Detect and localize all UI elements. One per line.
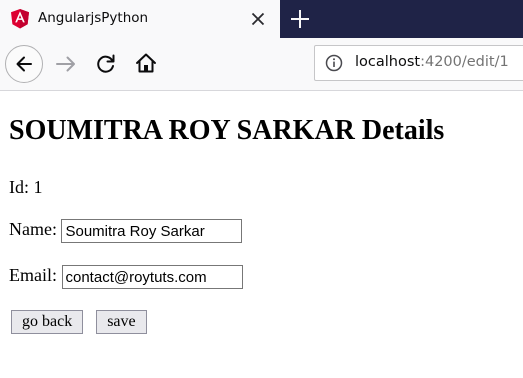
email-field[interactable] — [61, 265, 243, 289]
reload-icon[interactable] — [94, 52, 118, 76]
name-field[interactable] — [61, 219, 243, 243]
info-icon[interactable] — [325, 54, 343, 72]
page-content: SOUMITRA ROY SARKAR Details Id: 1 Name: … — [0, 91, 523, 378]
home-icon[interactable] — [134, 51, 158, 75]
email-row: Email: — [9, 265, 243, 289]
go-back-button[interactable]: go back — [11, 310, 84, 334]
id-row: Id: 1 — [9, 177, 43, 198]
plus-icon[interactable] — [289, 8, 311, 30]
tab-title: AngularjsPython — [38, 10, 149, 26]
url-host: localhost — [355, 54, 421, 70]
angular-logo-icon — [11, 9, 29, 29]
arrow-right-icon[interactable] — [53, 52, 79, 76]
name-label: Name: — [9, 219, 57, 240]
arrow-left-icon — [16, 56, 32, 72]
email-label: Email: — [9, 265, 57, 286]
address-bar[interactable]: localhost:4200/edit/1 — [314, 45, 523, 81]
url-path: :4200/edit/1 — [420, 54, 509, 70]
navigation-toolbar: localhost:4200/edit/1 — [0, 38, 523, 91]
id-label: Id: — [9, 177, 29, 197]
browser-window: AngularjsPython localhost:4200/edit/1 SO… — [0, 0, 523, 378]
url-text: localhost:4200/edit/1 — [355, 54, 509, 70]
form-actions: go back save — [11, 310, 160, 334]
name-row: Name: — [9, 219, 243, 243]
back-button[interactable] — [5, 45, 43, 83]
page-title: SOUMITRA ROY SARKAR Details — [9, 115, 445, 146]
tab-strip: AngularjsPython — [0, 0, 523, 38]
id-value: 1 — [33, 177, 43, 197]
save-button[interactable]: save — [96, 310, 147, 334]
tab-angularjspython[interactable]: AngularjsPython — [0, 0, 280, 38]
close-icon[interactable] — [249, 10, 267, 28]
